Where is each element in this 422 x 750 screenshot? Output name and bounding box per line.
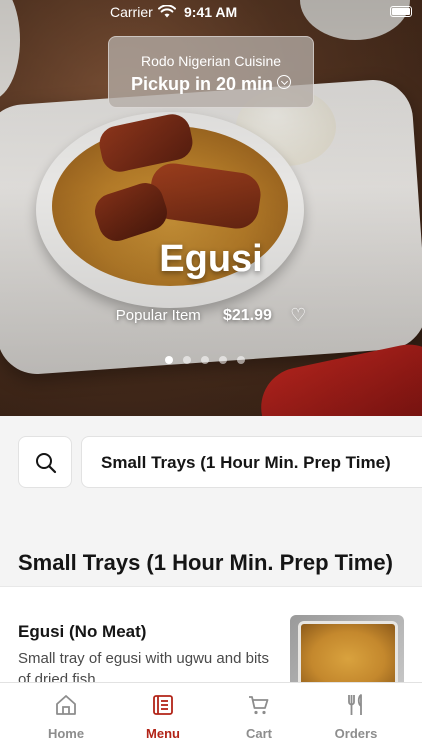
tab-cart-label: Cart bbox=[245, 726, 272, 741]
restaurant-name: Rodo Nigerian Cuisine bbox=[140, 53, 282, 69]
section-title: Small Trays (1 Hour Min. Prep Time) bbox=[18, 550, 393, 575]
featured-price: $21.99 bbox=[222, 307, 272, 324]
status-bar: Carrier 9:41 AM bbox=[0, 0, 422, 24]
pickup-time-label: Pickup in 20 min bbox=[130, 74, 274, 94]
carrier-label: Carrier bbox=[110, 4, 153, 20]
fork-knife-icon bbox=[348, 694, 362, 715]
featured-hero[interactable]: Carrier 9:41 AM Rodo Nigerian Cuisine Pi… bbox=[0, 0, 422, 416]
tab-bar: Home Menu Cart Orders bbox=[0, 682, 422, 750]
location-selector[interactable]: Rodo Nigerian Cuisine Pickup in 20 min bbox=[108, 36, 314, 108]
category-selector-label: Small Trays (1 Hour Min. Prep Time) bbox=[101, 453, 391, 472]
tab-menu-label: Menu bbox=[146, 726, 180, 741]
home-icon bbox=[56, 695, 76, 715]
tab-orders-label: Orders bbox=[334, 726, 378, 741]
menu-icon bbox=[153, 695, 173, 715]
menu-item[interactable]: Egusi (No Meat) Small tray of egusi with… bbox=[0, 586, 422, 697]
battery-icon bbox=[390, 6, 412, 17]
wifi-icon bbox=[158, 5, 176, 18]
category-bar: Small Trays (1 Hour Min. Prep Time) bbox=[0, 416, 422, 508]
pickup-time: Pickup in 20 min bbox=[109, 74, 313, 95]
chevron-down-icon bbox=[277, 75, 292, 89]
clock: 9:41 AM bbox=[184, 4, 238, 20]
carousel-dot[interactable] bbox=[237, 356, 245, 364]
carousel-dot[interactable] bbox=[219, 356, 227, 364]
app-screen: Carrier 9:41 AM Rodo Nigerian Cuisine Pi… bbox=[0, 0, 422, 750]
cart-icon bbox=[249, 696, 269, 715]
favorite-heart-icon[interactable]: ♡ bbox=[290, 305, 306, 326]
carousel-dot[interactable] bbox=[165, 356, 173, 364]
featured-meta: Popular Item $21.99 ♡ bbox=[0, 305, 422, 326]
tab-menu[interactable]: Menu bbox=[115, 683, 211, 750]
menu-item-name: Egusi (No Meat) bbox=[18, 622, 147, 641]
tab-orders[interactable]: Orders bbox=[308, 683, 404, 750]
tab-cart[interactable]: Cart bbox=[211, 683, 307, 750]
carousel-dot[interactable] bbox=[183, 356, 191, 364]
featured-tag: Popular Item bbox=[115, 307, 201, 324]
tab-home-label: Home bbox=[47, 726, 85, 741]
carousel-dots bbox=[165, 351, 255, 364]
category-selector[interactable]: Small Trays (1 Hour Min. Prep Time) bbox=[81, 436, 422, 488]
search-button[interactable] bbox=[18, 436, 72, 488]
carousel-dot[interactable] bbox=[201, 356, 209, 364]
tab-home[interactable]: Home bbox=[18, 683, 114, 750]
search-icon bbox=[36, 453, 57, 474]
featured-title: Egusi bbox=[159, 238, 263, 280]
